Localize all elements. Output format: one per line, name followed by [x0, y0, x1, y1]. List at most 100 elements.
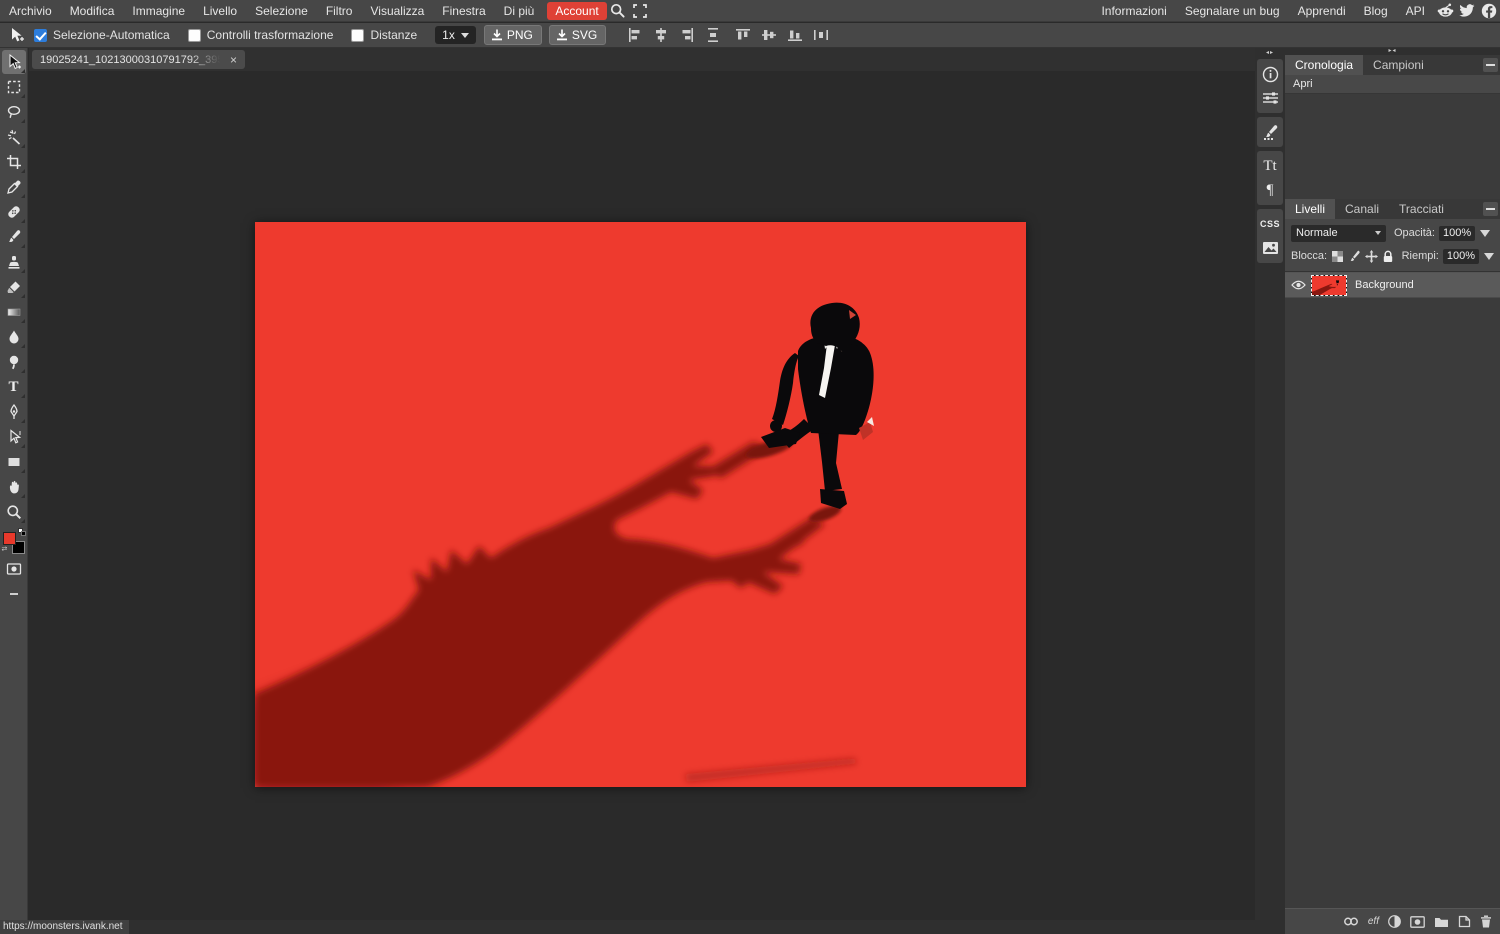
lock-pixels-icon[interactable] [1348, 249, 1362, 264]
tool-quick-mask[interactable] [2, 557, 26, 581]
layer-mask-icon[interactable] [1410, 916, 1425, 928]
reddit-icon[interactable] [1434, 0, 1456, 22]
mini-default-background-swatch[interactable] [21, 531, 26, 536]
menu-immagine[interactable]: Immagine [123, 0, 194, 22]
opacity-value[interactable]: 100% [1439, 226, 1475, 241]
foreground-color-swatch[interactable] [3, 532, 16, 545]
zoom-level-select[interactable]: 1x [435, 26, 476, 44]
lock-transparency-icon[interactable] [1331, 249, 1345, 264]
menu-livello[interactable]: Livello [194, 0, 246, 22]
history-entry[interactable]: Apri [1285, 75, 1500, 94]
distribute-horizontal-icon[interactable] [813, 27, 829, 43]
tool-marquee[interactable] [2, 75, 26, 99]
distribute-vertical-icon[interactable] [705, 27, 721, 43]
layer-thumbnail[interactable] [1311, 275, 1347, 296]
tool-dodge[interactable] [2, 350, 26, 374]
twitter-icon[interactable] [1456, 0, 1478, 22]
align-center-horizontal-icon[interactable] [653, 27, 669, 43]
adjustment-layer-icon[interactable] [1388, 915, 1401, 928]
tool-zoom[interactable] [2, 500, 26, 524]
menu-api[interactable]: API [1397, 0, 1434, 22]
tool-healing-brush[interactable] [2, 200, 26, 224]
toolbar-more-button[interactable] [2, 582, 26, 606]
tool-eraser[interactable] [2, 275, 26, 299]
align-middle-icon[interactable] [761, 27, 777, 43]
lock-all-icon[interactable] [1381, 249, 1395, 264]
tab-tracciati[interactable]: Tracciati [1389, 199, 1454, 219]
adjustments-icon[interactable] [1258, 86, 1282, 110]
tool-rectangle[interactable] [2, 450, 26, 474]
export-png-button[interactable]: PNG [484, 25, 542, 45]
blend-mode-select[interactable]: Normale [1291, 225, 1386, 242]
tool-clone-stamp[interactable] [2, 250, 26, 274]
tool-hand[interactable] [2, 475, 26, 499]
menu-informazioni[interactable]: Informazioni [1092, 0, 1175, 22]
info-icon[interactable] [1258, 62, 1282, 86]
tool-move[interactable] [2, 50, 26, 74]
checkbox-distanze[interactable]: Distanze [351, 28, 417, 42]
fill-slider-icon[interactable] [1484, 253, 1494, 260]
canvas-image[interactable] [255, 222, 1026, 787]
menu-finestra[interactable]: Finestra [433, 0, 494, 22]
brush-settings-icon[interactable] [1258, 120, 1282, 144]
tool-magic-wand[interactable] [2, 125, 26, 149]
tool-gradient[interactable] [2, 300, 26, 324]
menu-segnalare-bug[interactable]: Segnalare un bug [1176, 0, 1289, 22]
new-layer-icon[interactable] [1458, 915, 1471, 928]
layer-visibility-toggle[interactable] [1285, 280, 1311, 290]
tab-canali[interactable]: Canali [1335, 199, 1389, 219]
menu-visualizza[interactable]: Visualizza [361, 0, 433, 22]
layer-row-background[interactable]: Background [1285, 273, 1500, 298]
export-svg-button[interactable]: SVG [549, 25, 606, 45]
gradient-icon [6, 304, 22, 320]
status-url[interactable]: https://moonsters.ivank.net [0, 920, 129, 934]
tab-campioni[interactable]: Campioni [1363, 55, 1434, 75]
collapse-panel-button[interactable] [1483, 202, 1498, 216]
image-panel-icon[interactable] [1258, 236, 1282, 260]
account-button[interactable]: Account [547, 2, 606, 20]
menu-filtro[interactable]: Filtro [317, 0, 362, 22]
tool-lasso[interactable] [2, 100, 26, 124]
paragraph-panel-icon[interactable]: ¶ [1258, 178, 1282, 202]
facebook-icon[interactable] [1478, 0, 1500, 22]
tool-pen[interactable] [2, 400, 26, 424]
css-panel-icon[interactable]: CSS [1258, 212, 1282, 236]
link-layers-icon[interactable] [1343, 917, 1359, 926]
checkbox-selezione-automatica[interactable]: Selezione-Automatica [34, 28, 170, 42]
tab-livelli[interactable]: Livelli [1285, 199, 1335, 219]
tool-type[interactable]: T [2, 375, 26, 399]
menu-archivio[interactable]: Archivio [0, 0, 61, 22]
close-tab-icon[interactable]: × [230, 54, 237, 66]
tool-blur[interactable] [2, 325, 26, 349]
panel-collapse-handle[interactable]: ▸◂ [1285, 48, 1500, 55]
menu-apprendi[interactable]: Apprendi [1289, 0, 1355, 22]
delete-layer-icon[interactable] [1480, 915, 1492, 928]
align-left-icon[interactable] [627, 27, 643, 43]
character-panel-icon[interactable]: Tt [1258, 154, 1282, 178]
tool-brush[interactable] [2, 225, 26, 249]
align-bottom-icon[interactable] [787, 27, 803, 43]
collapse-panel-button[interactable] [1483, 58, 1498, 72]
document-tab[interactable]: 19025241_10213000310791792_39517152 × [32, 50, 245, 69]
tool-eyedropper[interactable] [2, 175, 26, 199]
search-icon[interactable] [607, 0, 629, 22]
menu-blog[interactable]: Blog [1355, 0, 1397, 22]
checkbox-controlli-trasformazione[interactable]: Controlli trasformazione [188, 28, 334, 42]
layer-effects-button[interactable]: eff [1368, 916, 1379, 927]
collapse-strip-icon[interactable]: ◂▸ [1266, 49, 1274, 57]
fill-value[interactable]: 100% [1443, 249, 1479, 264]
align-right-icon[interactable] [679, 27, 695, 43]
color-swatches[interactable]: ⇄ [2, 528, 26, 554]
swap-colors-icon[interactable]: ⇄ [2, 546, 8, 553]
lock-position-icon[interactable] [1364, 249, 1378, 264]
tab-cronologia[interactable]: Cronologia [1285, 55, 1363, 75]
fullscreen-icon[interactable] [629, 0, 651, 22]
menu-di-piu[interactable]: Di più [495, 0, 544, 22]
menu-modifica[interactable]: Modifica [61, 0, 124, 22]
new-group-icon[interactable] [1434, 916, 1449, 928]
tool-path-select[interactable] [2, 425, 26, 449]
menu-selezione[interactable]: Selezione [246, 0, 317, 22]
tool-crop[interactable] [2, 150, 26, 174]
align-top-icon[interactable] [735, 27, 751, 43]
opacity-slider-icon[interactable] [1480, 230, 1490, 237]
